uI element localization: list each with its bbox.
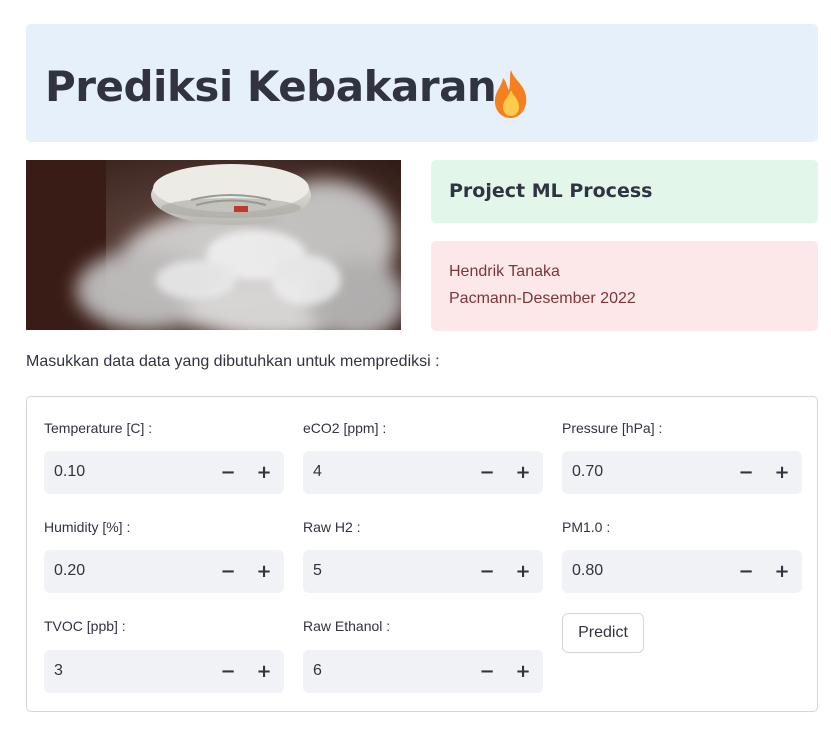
pressure-increment-button[interactable]: + xyxy=(768,458,796,486)
fire-icon xyxy=(494,70,527,118)
predict-button[interactable]: Predict xyxy=(562,613,644,653)
raw-ethanol-input[interactable]: 6 − + xyxy=(303,650,543,693)
eco2-input[interactable]: 4 − + xyxy=(303,451,543,494)
tvoc-value[interactable]: 3 xyxy=(54,662,63,680)
temperature-decrement-button[interactable]: − xyxy=(214,458,242,486)
humidity-decrement-button[interactable]: − xyxy=(214,557,242,585)
pressure-input[interactable]: 0.70 − + xyxy=(562,451,802,494)
raw-h2-label: Raw H2 : xyxy=(303,519,361,535)
temperature-input[interactable]: 0.10 − + xyxy=(44,451,284,494)
pressure-value[interactable]: 0.70 xyxy=(572,463,603,481)
author-name: Hendrik Tanaka xyxy=(449,263,560,280)
eco2-value[interactable]: 4 xyxy=(313,463,322,481)
humidity-input[interactable]: 0.20 − + xyxy=(44,550,284,593)
smoke-detector-photo xyxy=(26,160,401,330)
eco2-decrement-button[interactable]: − xyxy=(473,458,501,486)
instruction-text: Masukkan data data yang dibutuhkan untuk… xyxy=(26,353,440,370)
raw-h2-value[interactable]: 5 xyxy=(313,562,322,580)
temperature-increment-button[interactable]: + xyxy=(250,458,278,486)
humidity-label: Humidity [%] : xyxy=(44,519,131,535)
tvoc-input[interactable]: 3 − + xyxy=(44,650,284,693)
author-org: Pacmann-Desember 2022 xyxy=(449,290,636,307)
tvoc-decrement-button[interactable]: − xyxy=(214,657,242,685)
humidity-value[interactable]: 0.20 xyxy=(54,562,85,580)
pressure-decrement-button[interactable]: − xyxy=(732,458,760,486)
pm10-increment-button[interactable]: + xyxy=(768,557,796,585)
pm10-label: PM1.0 : xyxy=(562,519,611,535)
temperature-value[interactable]: 0.10 xyxy=(54,463,85,481)
raw-ethanol-value[interactable]: 6 xyxy=(313,662,322,680)
pressure-label: Pressure [hPa] : xyxy=(562,420,663,436)
tvoc-increment-button[interactable]: + xyxy=(250,657,278,685)
raw-h2-input[interactable]: 5 − + xyxy=(303,550,543,593)
title-banner: Prediksi Kebakaran xyxy=(26,24,818,142)
tvoc-label: TVOC [ppb] : xyxy=(44,618,126,634)
project-label: Project ML Process xyxy=(449,180,653,202)
temperature-label: Temperature [C] : xyxy=(44,420,153,436)
raw-ethanol-increment-button[interactable]: + xyxy=(509,657,537,685)
eco2-label: eCO2 [ppm] : xyxy=(303,420,387,436)
author-info-box: Hendrik Tanaka Pacmann-Desember 2022 xyxy=(431,241,818,331)
raw-h2-increment-button[interactable]: + xyxy=(509,557,537,585)
eco2-increment-button[interactable]: + xyxy=(509,458,537,486)
pm10-decrement-button[interactable]: − xyxy=(732,557,760,585)
pm10-input[interactable]: 0.80 − + xyxy=(562,550,802,593)
project-info-box: Project ML Process xyxy=(431,160,818,223)
page-title: Prediksi Kebakaran xyxy=(45,62,497,111)
humidity-increment-button[interactable]: + xyxy=(250,557,278,585)
raw-ethanol-decrement-button[interactable]: − xyxy=(473,657,501,685)
pm10-value[interactable]: 0.80 xyxy=(572,562,603,580)
input-form: Temperature [C] : 0.10 − + eCO2 [ppm] : … xyxy=(26,396,818,712)
raw-h2-decrement-button[interactable]: − xyxy=(473,557,501,585)
raw-ethanol-label: Raw Ethanol : xyxy=(303,618,391,634)
